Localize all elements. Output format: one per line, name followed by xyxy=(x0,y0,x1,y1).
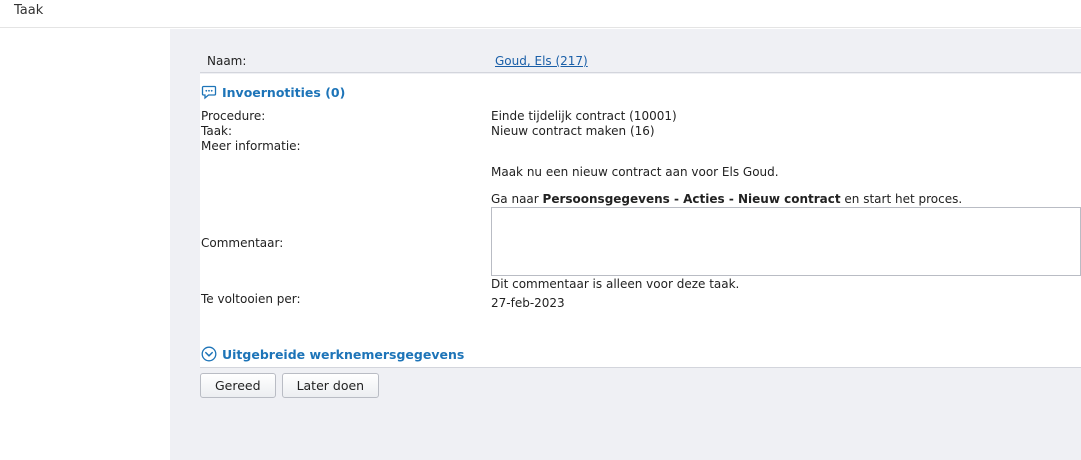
task-value: Nieuw contract maken (16) xyxy=(491,124,655,138)
notes-section-title: Invoernotities (0) xyxy=(222,84,346,100)
more-info-line2-suffix: en start het proces. xyxy=(840,192,963,206)
more-info-line2-prefix: Ga naar xyxy=(491,192,543,206)
more-info-line1: Maak nu een nieuw contract aan voor Els … xyxy=(491,165,779,179)
employee-details-title: Uitgebreide werknemersgegevens xyxy=(222,346,465,362)
speech-bubble-icon xyxy=(201,84,217,100)
task-label: Taak: xyxy=(201,124,233,138)
action-bar: Gereed Later doen xyxy=(200,373,380,398)
notes-section-toggle[interactable]: Invoernotities (0) xyxy=(201,84,345,100)
comment-hint: Dit commentaar is alleen voor deze taak. xyxy=(491,277,740,291)
procedure-value: Einde tijdelijk contract (10001) xyxy=(491,109,677,123)
employee-link[interactable]: Goud, Els (217) xyxy=(495,54,588,68)
left-column xyxy=(0,29,170,460)
more-info-line2: Ga naar Persoonsgegevens - Acties - Nieu… xyxy=(491,192,962,206)
comment-input[interactable] xyxy=(491,207,1081,276)
due-date-value: 27-feb-2023 xyxy=(491,296,565,310)
employee-row: Naam: Goud, Els (217) xyxy=(200,49,1081,73)
later-button[interactable]: Later doen xyxy=(281,373,380,398)
more-info-line2-bold: Persoonsgegevens - Acties - Nieuw contra… xyxy=(542,192,841,206)
due-date-label: Te voltooien per: xyxy=(201,292,301,306)
more-info-label: Meer informatie: xyxy=(201,139,301,153)
comment-label: Commentaar: xyxy=(201,236,284,250)
page-title: Taak xyxy=(14,3,44,18)
done-button[interactable]: Gereed xyxy=(200,373,276,398)
chevron-down-circle-icon xyxy=(201,346,217,362)
task-details-panel: Invoernotities (0) Procedure: Einde tijd… xyxy=(200,74,1081,368)
employee-details-toggle[interactable]: Uitgebreide werknemersgegevens xyxy=(201,346,464,362)
task-form: Naam: Goud, Els (217) Invoernotities (0)… xyxy=(170,29,1081,460)
top-bar: Taak xyxy=(0,0,1081,28)
employee-label: Naam: xyxy=(207,54,247,68)
procedure-label: Procedure: xyxy=(201,109,266,123)
